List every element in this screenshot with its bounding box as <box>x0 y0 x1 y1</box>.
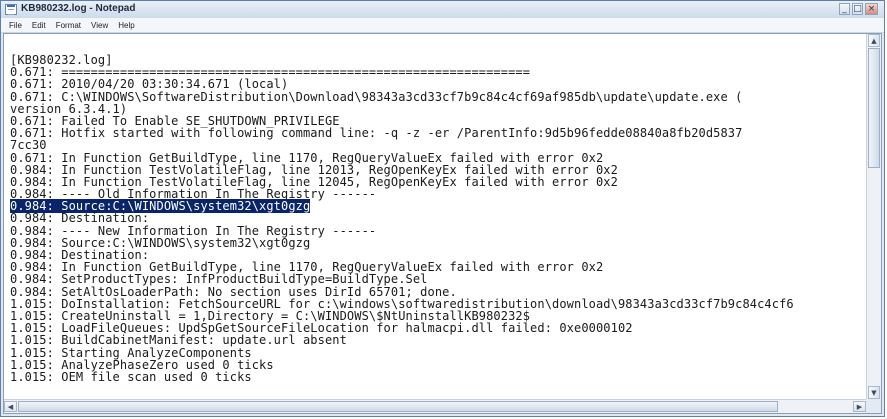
log-line-text: 0.671: Hotfix started with following com… <box>10 126 743 141</box>
menu-file[interactable]: File <box>4 21 27 30</box>
window-controls: _ □ × <box>839 3 878 15</box>
title-bar[interactable]: KB980232.log - Notepad _ □ × <box>1 1 884 19</box>
close-button[interactable]: × <box>865 3 878 15</box>
menu-view[interactable]: View <box>86 21 113 30</box>
menu-help[interactable]: Help <box>113 21 139 30</box>
scroll-left-arrow-icon[interactable]: ◀ <box>4 401 17 412</box>
size-grip[interactable] <box>866 399 881 413</box>
log-line[interactable]: 1.015: OEM file scan used 0 ticks <box>10 371 866 383</box>
text-editor[interactable]: [KB980232.log] 0.671: ===================… <box>3 33 882 414</box>
menu-bar: File Edit Format View Help <box>1 18 884 33</box>
notepad-window: KB980232.log - Notepad _ □ × File Edit F… <box>0 0 885 417</box>
horizontal-scroll-thumb[interactable] <box>18 401 778 412</box>
vertical-scrollbar[interactable]: ▲ ▼ <box>866 34 881 399</box>
maximize-button[interactable]: □ <box>852 3 863 15</box>
scroll-up-arrow-icon[interactable]: ▲ <box>868 34 880 47</box>
log-line-text: 1.015: OEM file scan used 0 ticks <box>10 369 252 384</box>
scroll-down-arrow-icon[interactable]: ▼ <box>868 386 880 399</box>
log-line[interactable]: 0.671: Hotfix started with following com… <box>10 127 866 139</box>
editor-text-area[interactable]: [KB980232.log] 0.671: ===================… <box>4 34 866 399</box>
horizontal-scrollbar[interactable]: ◀ ▶ <box>4 399 866 413</box>
window-title: KB980232.log - Notepad <box>21 3 136 14</box>
scroll-right-arrow-icon[interactable]: ▶ <box>853 401 866 412</box>
notepad-app-icon[interactable] <box>5 4 17 15</box>
vertical-scroll-thumb[interactable] <box>868 48 880 168</box>
menu-edit[interactable]: Edit <box>27 21 51 30</box>
menu-format[interactable]: Format <box>51 21 86 30</box>
log-line[interactable]: 0.671: C:\WINDOWS\SoftwareDistribution\D… <box>10 90 866 103</box>
minimize-button[interactable]: _ <box>839 3 850 15</box>
